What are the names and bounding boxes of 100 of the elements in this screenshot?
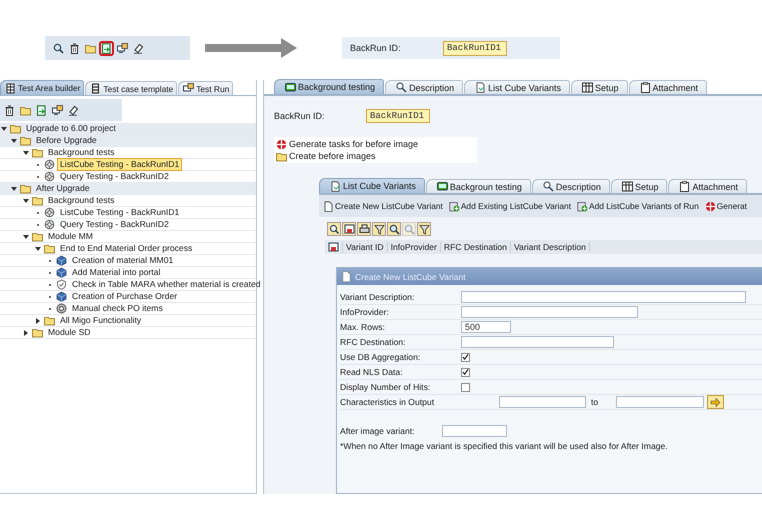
cube-icon — [56, 267, 67, 278]
field-label: Display Number of Hits: — [340, 382, 432, 392]
tab[interactable]: Description — [532, 179, 610, 193]
toolbar-button[interactable] — [34, 103, 48, 117]
checkbox[interactable] — [461, 368, 470, 376]
tab[interactable]: Attachment — [668, 179, 748, 193]
go-button[interactable] — [707, 395, 724, 409]
range-separator: to — [590, 397, 600, 407]
tree-item[interactable]: Creation of material MM01 — [69, 254, 176, 267]
export-icon — [328, 242, 339, 252]
action-link[interactable]: Generate tasks for before image — [276, 138, 418, 150]
input-field[interactable] — [461, 306, 638, 318]
field-label: InfoProvider: — [340, 307, 390, 317]
trash-icon — [4, 104, 14, 116]
add-document-icon — [448, 200, 460, 212]
tree-item[interactable]: Background tests — [45, 194, 118, 207]
toolbar-button[interactable] — [115, 40, 130, 56]
toolbar-button[interactable] — [342, 222, 356, 236]
checkbox[interactable] — [461, 352, 470, 362]
monitor-icon — [183, 83, 194, 94]
ball-icon — [704, 200, 716, 212]
cube-icon — [56, 291, 67, 302]
tab[interactable]: Setup — [570, 80, 628, 94]
tree-item[interactable]: Manual check PO items — [69, 302, 166, 315]
toolbar-button[interactable] — [327, 222, 341, 236]
input-field[interactable] — [461, 336, 614, 348]
monitor-icon — [285, 82, 296, 92]
document-icon — [341, 271, 352, 282]
toolbar-button[interactable] — [417, 222, 431, 236]
input-field[interactable] — [442, 425, 507, 437]
tree-item[interactable]: Creation of Purchase Order — [69, 290, 180, 303]
folder-icon — [276, 150, 287, 162]
tab[interactable]: List Cube Variants — [464, 80, 570, 94]
input-field[interactable]: BackRunID1 — [443, 40, 507, 56]
table-icon — [622, 181, 633, 192]
tab[interactable]: Description — [385, 80, 464, 94]
tree-item[interactable]: Query Testing - BackRunID2 — [57, 170, 172, 183]
monitor-icon — [117, 42, 128, 54]
toolbar-button[interactable] — [357, 222, 371, 236]
toolbar-button[interactable] — [50, 103, 64, 117]
tab[interactable]: Test Area builder — [0, 80, 84, 95]
toolbar-button[interactable] — [387, 222, 401, 236]
search-icon — [388, 224, 400, 234]
details-icon — [328, 224, 340, 234]
tab[interactable]: Test case template — [85, 81, 178, 95]
toolbar-button[interactable]: Add Existing ListCube Variant — [448, 200, 572, 212]
magnifier-icon — [542, 181, 554, 192]
grid-icon — [90, 83, 102, 94]
toolbar-button[interactable]: Generat — [704, 200, 748, 212]
expand-toggle[interactable] — [24, 330, 28, 336]
column-header[interactable]: Variant ID — [343, 242, 388, 252]
document-icon — [323, 200, 334, 212]
tab[interactable]: Background testing — [274, 79, 384, 94]
folder-icon — [44, 315, 55, 326]
tab[interactable]: Test Run — [178, 81, 234, 95]
folder-icon — [32, 231, 43, 242]
action-link[interactable]: Create before images — [276, 150, 376, 162]
field-label: BackRun ID: — [274, 111, 326, 121]
tree-item[interactable]: All Migo Functionality — [57, 314, 144, 327]
tree-item[interactable]: ListCube Testing - BackRunID1 — [57, 158, 182, 171]
input-field[interactable]: 500 — [461, 321, 511, 333]
tab[interactable]: Attachment — [628, 80, 708, 94]
checkbox[interactable] — [461, 382, 470, 392]
tab[interactable]: Backgroun testing — [426, 179, 531, 193]
search-icon — [404, 224, 414, 234]
grid-icon — [5, 82, 16, 94]
toolbar-button[interactable] — [99, 40, 114, 56]
printer-icon — [358, 224, 370, 234]
tab[interactable]: List Cube Variants — [319, 178, 425, 193]
column-header[interactable]: RFC Destination — [440, 242, 511, 252]
column-header[interactable]: Variant Description — [510, 242, 590, 252]
column-header[interactable]: InfoProvider — [388, 242, 441, 252]
field-label: After image variant: — [340, 426, 416, 436]
input-field[interactable] — [616, 396, 704, 408]
tree-item[interactable]: End to End Material Order process — [57, 242, 196, 255]
toolbar-button[interactable] — [66, 103, 80, 117]
filter-icon — [418, 224, 430, 234]
monitor-icon — [52, 104, 62, 116]
field-label: RFC Destination: — [340, 337, 406, 347]
note-text: *When no After Image variant is specified this variant will be used also for After Image. — [339, 440, 669, 451]
tree-item[interactable]: Query Testing - BackRunID2 — [57, 218, 172, 231]
arrow-icon — [710, 396, 721, 408]
field-label: Characteristics in Output — [340, 397, 436, 407]
tree-item[interactable]: Add Material into portal — [69, 266, 164, 279]
tab[interactable]: Setup — [610, 179, 668, 193]
input-field[interactable] — [499, 396, 586, 408]
tree-item[interactable]: Module SD — [45, 326, 94, 339]
field-label: Use DB Aggregation: — [340, 352, 422, 362]
eraser-icon — [133, 42, 144, 54]
tree-item[interactable]: Module MM — [45, 230, 96, 243]
toolbar-button[interactable]: Add ListCube Variants of Run — [577, 200, 699, 212]
toolbar-button[interactable] — [51, 40, 66, 56]
tree-item[interactable]: Check in Table MARA whether material is created — [69, 278, 264, 291]
tree-item[interactable]: ListCube Testing - BackRunID1 — [57, 206, 182, 219]
input-field[interactable]: BackRunID1 — [366, 109, 430, 123]
tree-item[interactable]: Background tests — [45, 146, 118, 159]
toolbar-button[interactable]: Create New ListCube Variant — [323, 200, 443, 212]
toolbar-button[interactable] — [372, 222, 386, 236]
expand-toggle[interactable] — [36, 318, 40, 324]
input-field[interactable] — [461, 291, 746, 303]
